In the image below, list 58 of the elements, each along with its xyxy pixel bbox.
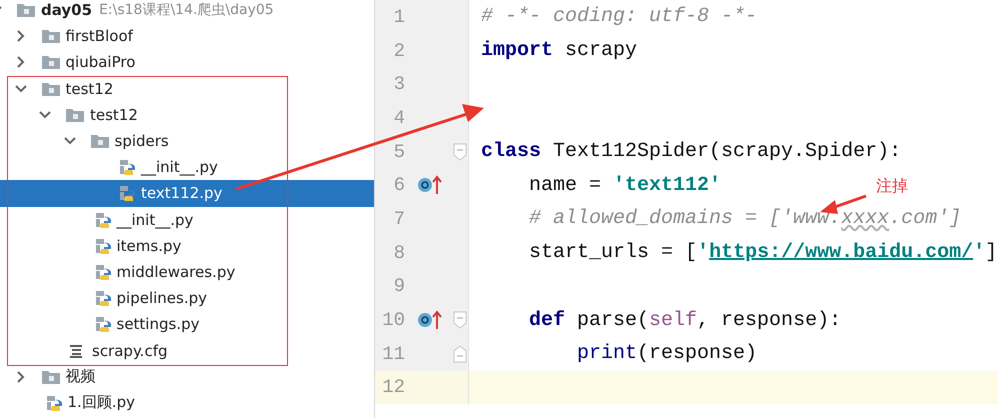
- python-file-icon: [118, 184, 136, 202]
- line-number: 5: [392, 140, 405, 163]
- python-file-icon: [94, 236, 112, 255]
- tree-item[interactable]: text112.py: [0, 180, 374, 206]
- line-number: 6: [392, 174, 405, 196]
- expanded-chevron-icon: [14, 82, 26, 95]
- line-number: 2: [392, 40, 405, 62]
- tree-item[interactable]: middlewares.py: [0, 258, 374, 286]
- tree-item[interactable]: __init__.py: [0, 154, 374, 180]
- tree-item[interactable]: settings.py: [0, 311, 374, 338]
- code-line: # allowed_domains = ['www.xxxx.com']: [528, 207, 962, 230]
- line-number: 10: [381, 309, 405, 332]
- code-line: # -*- coding: utf-8 -*-: [481, 5, 758, 28]
- tree-item[interactable]: firstBloof: [0, 23, 374, 50]
- config-file-icon: [69, 344, 83, 358]
- tree-item[interactable]: __init__.py: [0, 206, 374, 233]
- line-number: 1: [392, 6, 405, 28]
- tree-item[interactable]: 1.回顾.py: [0, 390, 374, 416]
- tree-item[interactable]: test12: [0, 102, 374, 128]
- folder-icon: [17, 3, 35, 18]
- python-file-icon: [94, 210, 112, 229]
- annotation-text: 注掉: [876, 176, 908, 197]
- code-line: print(response): [576, 342, 758, 366]
- python-file-icon: [94, 289, 112, 308]
- folder-icon: [42, 82, 60, 96]
- code-line: def parse(self, response):: [528, 308, 842, 332]
- tree-item[interactable]: pipelines.py: [0, 285, 374, 312]
- tree-item[interactable]: spiders: [0, 128, 374, 154]
- line-number: 7: [392, 208, 405, 230]
- collapsed-chevron-icon: [14, 30, 26, 42]
- python-file-icon: [94, 315, 112, 334]
- python-file-icon: [94, 262, 112, 281]
- line-number: 11: [381, 342, 405, 365]
- expanded-chevron-icon: [39, 108, 51, 121]
- code-line: start_urls = ['https://www.baidu.com/']: [528, 241, 998, 264]
- line-number: 4: [392, 106, 405, 129]
- tree-item[interactable]: scrapy.cfg: [0, 337, 374, 364]
- python-file-icon: [44, 394, 62, 412]
- tree-item[interactable]: test12: [0, 76, 374, 102]
- collapsed-chevron-icon: [14, 370, 26, 383]
- tree-item[interactable]: items.py: [0, 232, 374, 259]
- line-number: 12: [381, 376, 405, 398]
- line-number: 3: [392, 73, 405, 96]
- code-line: class Text112Spider(scrapy.Spider):: [481, 140, 902, 164]
- python-file-icon: [118, 158, 136, 176]
- folder-icon: [66, 108, 84, 122]
- tree-item[interactable]: 视频: [0, 364, 374, 390]
- folder-icon: [90, 134, 108, 148]
- line-number: 9: [392, 275, 405, 298]
- code-line: name = 'text112': [528, 174, 722, 197]
- folder-icon: [42, 55, 60, 70]
- tree-item[interactable]: qiubaiPro: [0, 49, 374, 76]
- line-number: 8: [392, 242, 405, 264]
- folder-icon: [42, 29, 60, 44]
- tree-item[interactable]: day05 E:\s18课程\14.爬虫\day05: [0, 0, 374, 24]
- code-line: import scrapy: [481, 39, 638, 62]
- collapsed-chevron-icon: [14, 56, 26, 68]
- folder-icon: [42, 370, 60, 384]
